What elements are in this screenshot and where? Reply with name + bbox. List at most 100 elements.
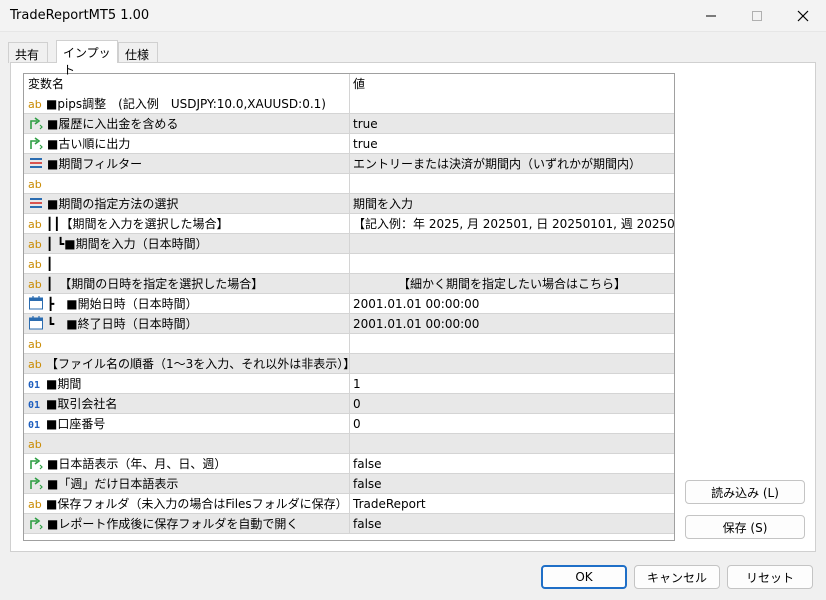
tab-specification[interactable]: 仕様 [118,42,158,63]
parameter-value[interactable] [350,254,674,274]
table-row[interactable]: ab [24,174,674,194]
parameter-name-cell: ab ■pips調整 (記入例 USDJPY:10.0,XAUUSD:0.1) [24,94,350,114]
parameter-name-cell: ab [24,434,350,454]
table-row[interactable]: ab [24,434,674,454]
parameter-name-cell: ■期間フィルター [24,154,350,174]
parameter-value[interactable]: TradeReport [350,494,674,514]
cancel-button[interactable]: キャンセル [634,565,720,589]
parameter-value[interactable] [350,354,674,374]
table-row[interactable]: ■日本語表示（年、月、日、週） false [24,454,674,474]
close-button[interactable] [780,0,826,32]
parameter-name: ┣ ■開始日時（日本時間） [47,297,198,311]
parameter-name: ■pips調整 (記入例 USDJPY:10.0,XAUUSD:0.1) [46,97,326,111]
string-type-icon: ab [28,498,42,511]
parameter-name-cell: ab 【ファイル名の順番（1～3を入力、それ以外は非表示）】 [24,354,350,374]
ok-button[interactable]: OK [541,565,627,589]
table-row[interactable]: ab ┃ [24,254,674,274]
parameter-name: ■古い順に出力 [47,137,131,151]
boolean-icon [30,117,43,130]
boolean-icon [30,517,43,530]
parameter-value[interactable]: エントリーまたは決済が期間内（いずれかが期間内） [350,154,674,174]
table-row[interactable]: ■レポート作成後に保存フォルダを自動で開く false [24,514,674,534]
maximize-button [734,0,780,32]
parameter-value[interactable]: false [350,474,674,494]
tab-common[interactable]: 共有 [8,42,48,63]
parameter-value[interactable]: 2001.01.01 00:00:00 [350,294,674,314]
parameter-name-cell: ┗ ■終了日時（日本時間） [24,314,350,334]
parameter-name-cell: ab ┃ 【期間の日時を指定を選択した場合】 [24,274,350,294]
table-row[interactable]: ■期間フィルター エントリーまたは決済が期間内（いずれかが期間内） [24,154,674,174]
integer-type-icon: 01 [28,380,41,391]
close-icon [797,10,809,22]
parameter-name-cell: ■履歴に入出金を含める [24,114,350,134]
parameter-name-cell: ab ┃ ┗■期間を入力（日本時間） [24,234,350,254]
parameter-name-cell: ab ■保存フォルダ（未入力の場合はFilesフォルダに保存） [24,494,350,514]
parameter-value[interactable] [350,174,674,194]
table-row[interactable]: ab ┃┃【期間を入力を選択した場合】 【記入例：年 2025, 月 202501,… [24,214,674,234]
parameter-value[interactable] [350,334,674,354]
minimize-button[interactable] [688,0,734,32]
string-type-icon: ab [28,358,42,371]
table-row[interactable]: ■期間の指定方法の選択 期間を入力 [24,194,674,214]
save-button[interactable]: 保存 (S) [685,515,805,539]
parameter-value[interactable]: 0 [350,414,674,434]
parameter-name-cell: ab [24,334,350,354]
calendar-icon [29,296,43,310]
string-type-icon: ab [28,338,42,351]
maximize-icon [752,11,762,21]
boolean-icon [30,477,43,490]
parameter-value[interactable] [350,434,674,454]
parameter-name: ■期間フィルター [47,157,143,171]
parameter-value[interactable]: 0 [350,394,674,414]
title-bar: TradeReportMT5 1.00 [0,0,826,32]
parameter-value[interactable]: true [350,114,674,134]
reset-button[interactable]: リセット [727,565,813,589]
table-row[interactable]: 01 ■期間 1 [24,374,674,394]
parameter-value[interactable]: false [350,514,674,534]
table-row[interactable]: ■古い順に出力 true [24,134,674,154]
table-row[interactable]: ■履歴に入出金を含める true [24,114,674,134]
table-row[interactable]: 01 ■取引会社名 0 [24,394,674,414]
table-row[interactable]: ■「週」だけ日本語表示 false [24,474,674,494]
table-row[interactable]: ┗ ■終了日時（日本時間） 2001.01.01 00:00:00 [24,314,674,334]
parameter-name: ■「週」だけ日本語表示 [47,477,179,491]
parameter-value[interactable] [350,94,674,114]
minimize-icon [706,15,716,17]
load-button[interactable]: 読み込み (L) [685,480,805,504]
parameter-name: ■期間の指定方法の選択 [47,197,179,211]
string-type-icon: ab [28,218,42,231]
table-row[interactable]: ab ■pips調整 (記入例 USDJPY:10.0,XAUUSD:0.1) [24,94,674,114]
parameter-value[interactable]: 【細かく期間を指定したい場合はこちら】 [350,274,674,294]
parameter-name: ┗ ■終了日時（日本時間） [47,317,198,331]
string-type-icon: ab [28,178,42,191]
table-row[interactable]: ab ■保存フォルダ（未入力の場合はFilesフォルダに保存） TradeRepor… [24,494,674,514]
table-row[interactable]: ab ┃ ┗■期間を入力（日本時間） [24,234,674,254]
parameter-name: ■口座番号 [46,417,106,431]
parameter-name: ■保存フォルダ（未入力の場合はFilesフォルダに保存） [46,497,348,511]
parameter-value[interactable]: 【記入例：年 2025, 月 202501, 日 20250101, 週 202… [350,214,674,234]
table-row[interactable]: ab [24,334,674,354]
parameter-value[interactable]: true [350,134,674,154]
integer-type-icon: 01 [28,420,41,431]
calendar-icon [29,316,43,330]
parameter-name-cell: ┣ ■開始日時（日本時間） [24,294,350,314]
parameter-value[interactable]: 2001.01.01 00:00:00 [350,314,674,334]
parameter-value[interactable]: 期間を入力 [350,194,674,214]
table-row[interactable]: ab 【ファイル名の順番（1～3を入力、それ以外は非表示）】 [24,354,674,374]
string-type-icon: ab [28,238,42,251]
parameter-name: ┃┃【期間を入力を選択した場合】 [46,217,229,231]
parameter-value[interactable] [350,234,674,254]
parameter-name: ┃ 【期間の日時を指定を選択した場合】 [46,277,264,291]
parameter-name: ■レポート作成後に保存フォルダを自動で開く [47,517,299,531]
enum-icon [30,158,42,168]
parameter-value[interactable]: false [350,454,674,474]
tab-inputs[interactable]: インプット [56,40,118,77]
boolean-icon [30,137,43,150]
table-row[interactable]: ┣ ■開始日時（日本時間） 2001.01.01 00:00:00 [24,294,674,314]
string-type-icon: ab [28,438,42,451]
table-row[interactable]: 01 ■口座番号 0 [24,414,674,434]
table-row[interactable]: ab ┃ 【期間の日時を指定を選択した場合】 【細かく期間を指定したい場合はこちら】 [24,274,674,294]
integer-type-icon: 01 [28,400,41,411]
parameter-value[interactable]: 1 [350,374,674,394]
grid-header: 変数名 値 [24,74,674,94]
